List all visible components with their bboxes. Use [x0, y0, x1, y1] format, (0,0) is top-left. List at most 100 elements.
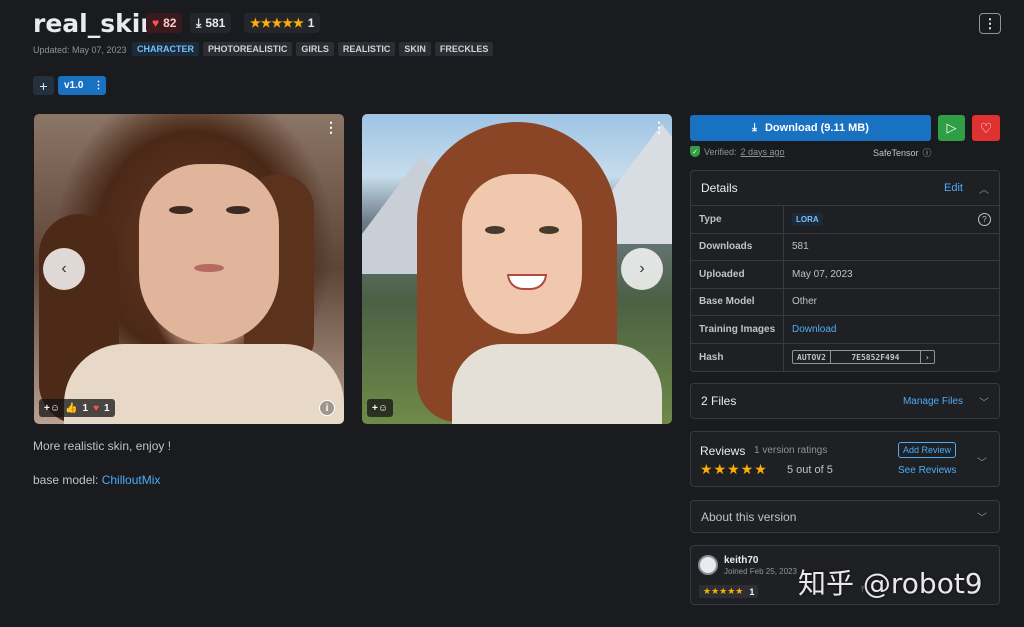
hash-box[interactable]: AUTOV2 7E5852F494 › — [792, 350, 935, 365]
detail-key: Base Model — [691, 288, 784, 315]
downloads-count: 581 — [205, 16, 226, 30]
verified-date-link[interactable]: 2 days ago — [741, 147, 785, 157]
creator-name[interactable]: keith70 — [724, 555, 758, 566]
training-images-link[interactable]: Download — [792, 324, 836, 335]
next-image-button[interactable]: › — [621, 248, 663, 290]
details-title: Details — [701, 181, 738, 195]
detail-value: Other — [792, 296, 818, 308]
favorite-button[interactable]: ♡ — [972, 115, 1000, 141]
detail-row-hash: Hash AUTOV2 7E5852F494 › — [691, 343, 999, 371]
hash-algorithm[interactable]: AUTOV2 — [793, 351, 831, 364]
reviews-count: 1 version ratings — [754, 445, 828, 456]
details-panel: Details Edit ︿ Type LORA? Downloads 581 … — [690, 170, 1000, 372]
add-reaction-icon[interactable]: +☺ — [44, 403, 60, 414]
likes-badge[interactable]: ♥ 82 — [146, 13, 183, 33]
image-menu-icon[interactable]: ⋮ — [324, 119, 338, 136]
detail-key: Training Images — [691, 316, 784, 343]
chevron-left-icon: ‹ — [61, 260, 67, 277]
creator-rating-count: 1 — [749, 586, 755, 597]
run-button[interactable]: ▷ — [938, 115, 965, 141]
detail-value: 581 — [792, 241, 809, 253]
chevron-right-icon: › — [639, 260, 645, 277]
chevron-down-icon[interactable]: ﹀ — [979, 394, 989, 409]
shield-check-icon: ✓ — [690, 146, 700, 157]
rating-count: 1 — [307, 16, 315, 30]
chevron-down-icon[interactable]: ﹀ — [977, 454, 987, 469]
tag-chip[interactable]: SKIN — [399, 42, 431, 56]
tag-chip[interactable]: REALISTIC — [337, 42, 396, 56]
files-title: 2 Files — [701, 394, 737, 408]
heart-icon: ♥ — [93, 402, 100, 414]
add-version-button[interactable]: + — [33, 76, 54, 95]
thumbs-up-icon: 👍 — [65, 402, 78, 414]
image-menu-icon[interactable]: ⋮ — [652, 119, 666, 136]
info-icon[interactable]: i — [319, 400, 335, 416]
details-header[interactable]: Details Edit ︿ — [691, 171, 999, 206]
add-review-button[interactable]: Add Review — [898, 442, 957, 458]
download-button[interactable]: ⤓ Download (9.11 MB) — [690, 115, 931, 141]
heart-outline-icon: ♡ — [979, 119, 993, 136]
detail-value: May 07, 2023 — [792, 268, 853, 280]
tag-chip[interactable]: CHARACTER — [132, 42, 199, 56]
heart-icon: ♥ — [152, 16, 160, 30]
reviews-title: Reviews — [700, 444, 746, 458]
format-label: SafeTensor — [873, 147, 919, 158]
tag-chip[interactable]: PHOTOREALISTIC — [203, 42, 293, 56]
hash-value[interactable]: 7E5852F494 — [831, 351, 921, 364]
detail-row-training-images: Training Images Download — [691, 316, 999, 344]
detail-row-uploaded: Uploaded May 07, 2023 — [691, 261, 999, 289]
downloads-badge: ⤓ 581 — [190, 13, 232, 33]
tag-chip[interactable]: FRECKLES — [434, 42, 494, 56]
chevron-right-icon[interactable]: › — [921, 351, 934, 363]
add-reaction-icon[interactable]: +☺ — [372, 403, 388, 414]
reviews-panel: Reviews 1 version ratings ★★★★★ 5 out of… — [690, 431, 1000, 487]
gallery-image-2[interactable]: › ⋮ +☺ — [362, 114, 672, 424]
creator-stars: ★★★★★ — [703, 586, 744, 596]
watermark: 知乎 @robot9 — [798, 567, 983, 600]
rating-stars: ★★★★★ — [250, 16, 304, 30]
file-format: SafeTensor ⓘ — [873, 146, 932, 159]
creator-rating: ★★★★★ 1 — [699, 585, 759, 598]
rating-badge[interactable]: ★★★★★ 1 — [244, 13, 321, 33]
reviews-stars: ★★★★★ — [700, 461, 768, 477]
reaction-bar[interactable]: +☺ 👍 1 ♥ 1 — [39, 399, 115, 417]
updated-date: Updated: May 07, 2023 — [33, 45, 127, 55]
base-model-link[interactable]: ChilloutMix — [102, 473, 161, 487]
avatar[interactable] — [698, 555, 718, 575]
download-icon: ⤓ — [196, 15, 202, 30]
see-reviews-link[interactable]: See Reviews — [898, 465, 956, 476]
creator-joined: Joined Feb 25, 2023 — [724, 567, 797, 576]
verified-status: ✓ Verified: 2 days ago — [690, 146, 785, 157]
download-label: Download (9.11 MB) — [764, 122, 869, 134]
edit-link[interactable]: Edit — [944, 182, 963, 194]
detail-row-type: Type LORA? — [691, 206, 999, 234]
files-panel[interactable]: 2 Files Manage Files ﹀ — [690, 383, 1000, 419]
download-icon: ⤓ — [752, 121, 757, 134]
detail-key: Uploaded — [691, 261, 784, 288]
base-model-prefix: base model: — [33, 473, 102, 487]
version-label: v1.0 — [64, 80, 84, 91]
info-icon[interactable]: ⓘ — [923, 146, 932, 159]
more-menu-button[interactable]: ⋮ — [979, 13, 1001, 34]
play-icon: ▷ — [946, 120, 957, 135]
likes-count: 82 — [163, 16, 177, 30]
detail-key: Type — [691, 206, 784, 233]
prev-image-button[interactable]: ‹ — [43, 248, 85, 290]
gallery-image-1[interactable]: ‹ ⋮ +☺ 👍 1 ♥ 1 i — [34, 114, 344, 424]
manage-files-link[interactable]: Manage Files — [903, 396, 963, 407]
version-button[interactable]: v1.0 ⋮ — [58, 76, 106, 95]
hearts-count: 1 — [104, 402, 110, 414]
verified-prefix: Verified: — [704, 146, 737, 157]
help-icon[interactable]: ? — [978, 212, 991, 226]
model-description: More realistic skin, enjoy ! — [33, 439, 172, 453]
plus-icon: + — [39, 77, 48, 94]
tag-chip[interactable]: GIRLS — [296, 42, 334, 56]
detail-key: Downloads — [691, 233, 784, 260]
about-title: About this version — [701, 509, 797, 524]
detail-key: Hash — [691, 343, 784, 371]
chevron-down-icon[interactable]: ﹀ — [977, 509, 987, 524]
about-version-panel[interactable]: About this version ﹀ — [690, 500, 1000, 533]
reaction-bar[interactable]: +☺ — [367, 399, 394, 417]
reviews-score: 5 out of 5 — [787, 464, 833, 476]
chevron-up-icon[interactable]: ︿ — [979, 181, 989, 196]
